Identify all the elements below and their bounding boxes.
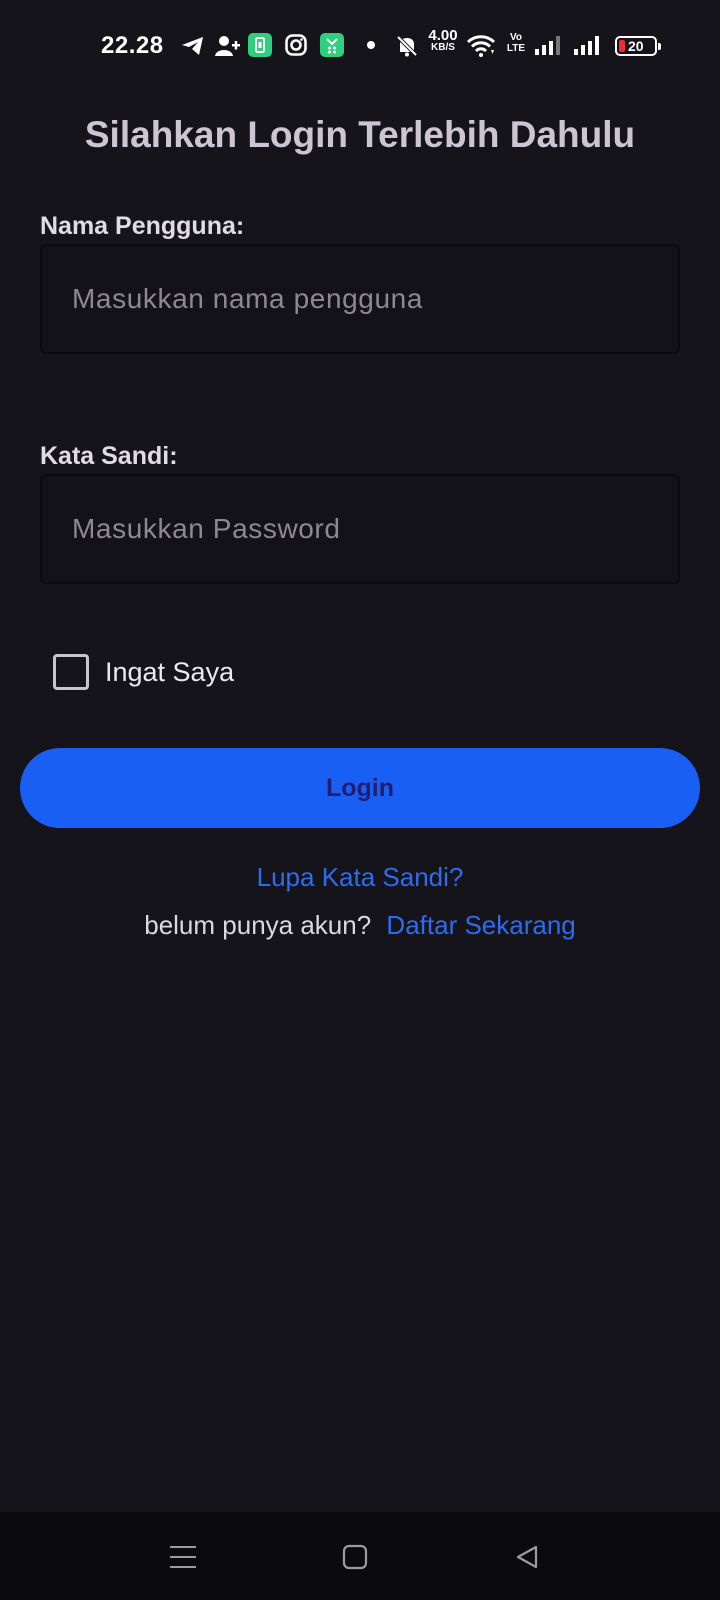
dot-icon — [366, 33, 376, 57]
battery-icon: 20 — [615, 36, 661, 56]
password-label: Kata Sandi: — [40, 442, 178, 470]
password-input[interactable] — [40, 474, 680, 584]
instagram-icon — [284, 33, 308, 57]
telegram-icon — [180, 33, 206, 59]
remember-me-row[interactable]: Ingat Saya — [53, 654, 234, 690]
signal-2-icon — [572, 33, 602, 57]
back-triangle-icon[interactable] — [502, 1532, 552, 1582]
status-bar: 22.28 4.00 KB/S Vo LTE 20 — [0, 0, 720, 92]
recents-menu-icon[interactable] — [158, 1532, 208, 1582]
remember-me-checkbox[interactable] — [53, 654, 89, 690]
volte-top: Vo — [509, 32, 523, 43]
forgot-password-link[interactable]: Lupa Kata Sandi? — [0, 862, 720, 893]
register-link[interactable]: Daftar Sekarang — [386, 910, 575, 940]
register-prompt: belum punya akun? — [144, 910, 372, 940]
add-contact-icon — [214, 33, 240, 59]
battery-fill — [619, 40, 625, 52]
navigation-bar — [0, 1512, 720, 1600]
status-time: 22.28 — [101, 32, 164, 59]
battery-level: 20 — [628, 38, 644, 54]
username-label: Nama Pengguna: — [40, 212, 245, 240]
green-app-icon — [320, 33, 344, 57]
net-speed-value: 4.00 — [428, 27, 458, 44]
signal-1-icon — [534, 33, 562, 57]
battery-saver-app-icon — [248, 33, 272, 57]
page-title: Silahkan Login Terlebih Dahulu — [84, 114, 636, 155]
username-input[interactable] — [40, 244, 680, 354]
silent-bell-icon — [394, 33, 420, 59]
register-row: belum punya akun? Daftar Sekarang — [0, 910, 720, 941]
volte-indicator: Vo LTE — [504, 32, 528, 54]
volte-bottom: LTE — [506, 43, 526, 54]
net-speed: 4.00 KB/S — [424, 27, 462, 54]
wifi-icon — [466, 33, 496, 59]
login-button[interactable]: Login — [20, 748, 700, 828]
home-square-icon[interactable] — [330, 1532, 380, 1582]
login-screen: 22.28 4.00 KB/S Vo LTE 20 Silahkan Login… — [0, 0, 720, 1600]
remember-me-label[interactable]: Ingat Saya — [105, 657, 234, 688]
